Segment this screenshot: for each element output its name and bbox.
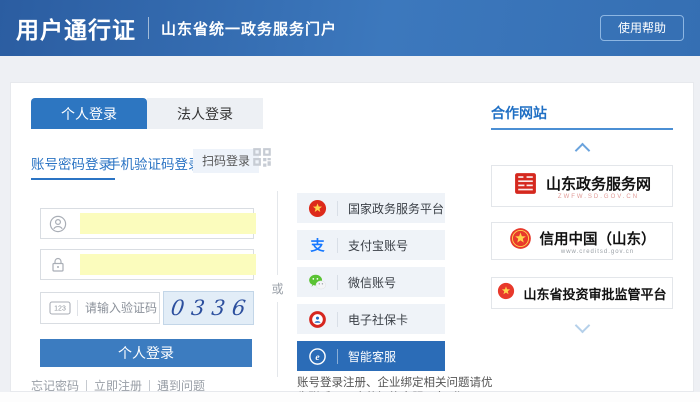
item-divider [337,311,338,327]
login-card: 个人登录 法人登录 账号密码登录 手机验证码登录 扫码登录 123 请输入验证码… [10,82,694,402]
svg-text:123: 123 [54,306,66,313]
third-party-label: 电子社保卡 [348,312,409,327]
captcha-code: 0336 [169,296,254,320]
active-method-underline [31,178,115,180]
third-party-wechat[interactable]: 微信账号 [297,267,445,297]
third-party-smart-service[interactable]: e 智能客服 [297,341,445,371]
personal-login-button[interactable]: 个人登录 [40,339,252,367]
third-party-label: 微信账号 [348,275,397,290]
third-party-label: 支付宝账号 [348,238,409,253]
partner-investment-approval-platform[interactable]: 山东省投资审批监管平台 [491,277,673,309]
partner-name: 山东政务服务网 [545,176,651,193]
user-icon [49,215,67,233]
national-emblem-icon [497,282,515,305]
partners-title: 合作网站 [491,105,547,121]
page: 用户通行证 山东省统一政务服务门户 使用帮助 个人登录 法人登录 账号密码登录 … [0,0,700,402]
third-party-alipay[interactable]: 支 支付宝账号 [297,230,445,260]
alipay-icon: 支 [308,236,327,255]
partners-title-underline [491,128,673,130]
portal-subtitle: 山东省统一政务服务门户 [161,20,338,38]
partner-url: www.creditsd.gov.cn [560,248,635,255]
service-note-line1: 账号登录注册、企业绑定相关问题请优 [297,377,493,389]
or-label: 或 [269,275,286,302]
password-field [40,249,256,280]
partner-name: 信用中国（山东） [539,231,656,248]
method-sms-login[interactable]: 手机验证码登录 [107,153,202,173]
third-party-label: 国家政务服务平台 [348,201,445,216]
smart-service-icon: e [308,347,327,366]
lock-icon [49,256,67,274]
national-emblem-icon [308,199,327,218]
item-divider [337,200,338,216]
tab-personal-login[interactable]: 个人登录 [31,98,147,129]
third-party-national-platform[interactable]: 国家政务服务平台 [297,193,445,223]
item-divider [337,237,338,253]
item-divider [337,274,338,290]
red-seal-icon [513,171,538,201]
item-divider [337,348,338,364]
app-title: 用户通行证 [16,17,136,43]
field-divider [77,300,78,316]
captcha-input[interactable] [85,298,159,318]
captcha-field: 123 [40,292,160,324]
header-divider [148,17,149,39]
partner-shandong-gov-service[interactable]: 山东政务服务网 ZWFW.SD.GOV.CN [491,165,673,207]
social-security-card-icon [308,310,327,329]
partner-name: 山东省投资审批监管平台 [523,286,667,302]
chevron-down-icon[interactable] [574,317,591,334]
third-party-label: 智能客服 [348,349,397,364]
captcha-image[interactable]: 0336 [163,291,254,325]
header: 用户通行证 山东省统一政务服务门户 使用帮助 [0,0,700,56]
partner-credit-china[interactable]: 信用中国（山东） www.creditsd.gov.cn [491,222,673,260]
method-password-login[interactable]: 账号密码登录 [31,153,112,173]
link-divider [149,380,151,391]
method-scan-login[interactable]: 扫码登录 [193,149,260,173]
partner-url: ZWFW.SD.GOV.CN [557,193,640,200]
qr-code-icon[interactable] [251,147,273,169]
third-party-social-security-card[interactable]: 电子社保卡 [297,304,445,334]
national-emblem-icon [509,227,532,255]
chevron-up-icon[interactable] [574,142,591,159]
username-field [40,208,256,239]
number-pad-icon: 123 [49,300,71,316]
wechat-icon [308,273,327,292]
link-divider [86,380,88,391]
svg-text:支: 支 [310,236,325,254]
page-bottom-strip [0,392,700,402]
username-input[interactable] [80,213,256,234]
svg-text:e: e [315,352,320,362]
tab-corporate-login[interactable]: 法人登录 [147,98,263,129]
password-input[interactable] [80,254,256,275]
help-button[interactable]: 使用帮助 [599,15,684,41]
